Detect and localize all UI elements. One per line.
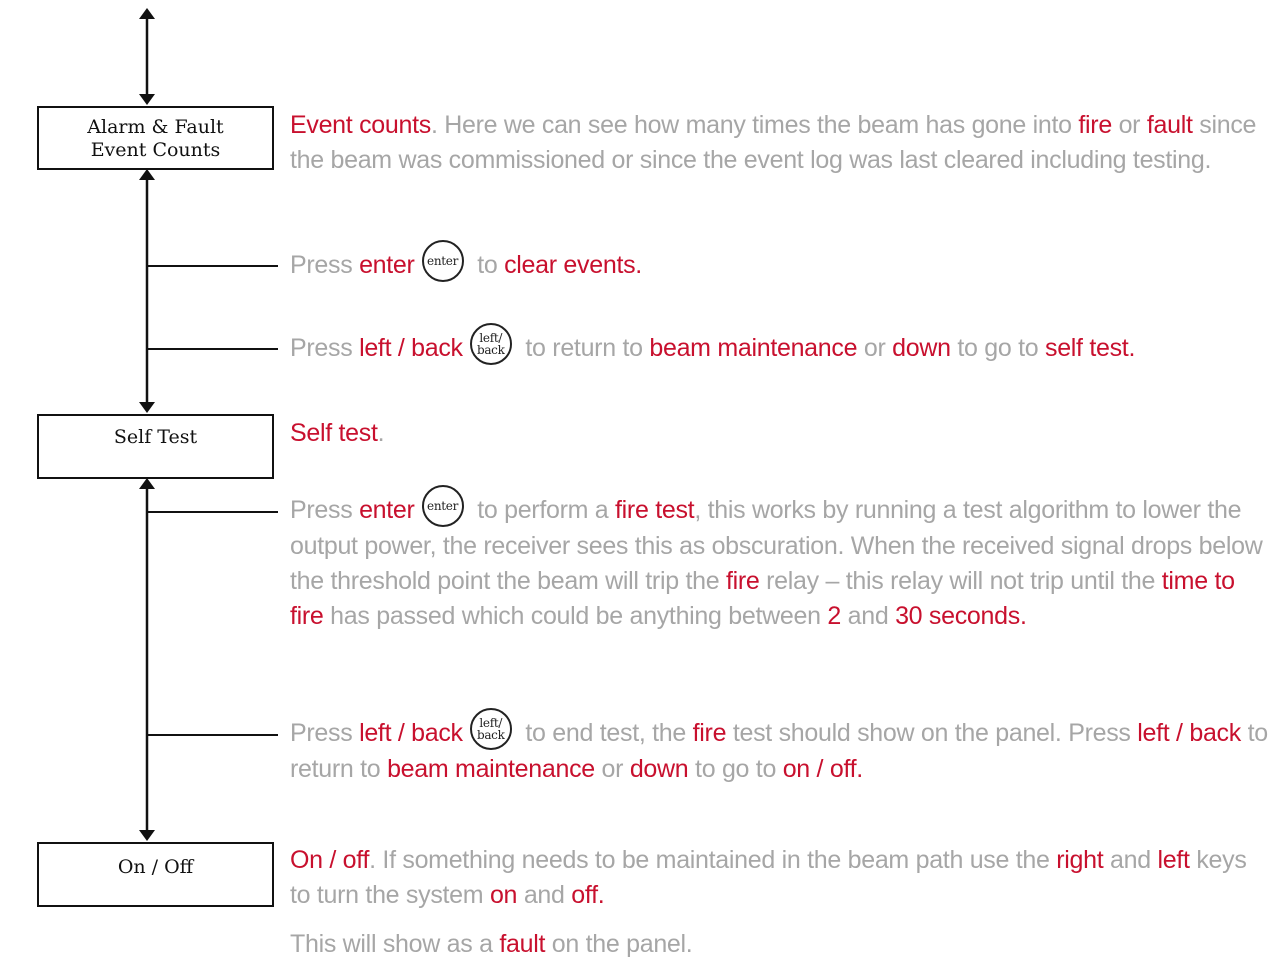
value-2: 2 xyxy=(827,602,841,631)
text-run: This will show as a xyxy=(290,930,500,958)
key-label-line1: left/ xyxy=(479,716,503,731)
left-back-key-icon: left/back xyxy=(469,323,512,366)
term-left-back: left / back xyxy=(359,334,463,362)
term-left: left xyxy=(1157,846,1190,874)
box-label: On / Off xyxy=(117,856,194,878)
text-run: to xyxy=(470,251,505,279)
self-test-heading: Self test. xyxy=(290,416,1270,451)
text-run: to end test, the xyxy=(518,719,693,747)
arrowhead-up-events xyxy=(139,169,155,180)
alarm-fault-event-counts-box: Alarm & Fault Event Counts xyxy=(37,106,274,170)
text-run: to perform a xyxy=(470,496,616,524)
term-fault: fault xyxy=(1146,111,1193,139)
term-beam-maintenance: beam maintenance xyxy=(649,334,858,362)
text-run: relay – this relay will not trip until t… xyxy=(759,567,1162,596)
term-fault: fault xyxy=(499,930,546,958)
term-on-off: On / off xyxy=(290,846,370,874)
text-run: to go to xyxy=(688,755,783,784)
key-label-line2: back xyxy=(476,728,505,743)
term-beam-maintenance: beam maintenance xyxy=(387,755,595,784)
event-counts-description: Event counts. Here we can see how many t… xyxy=(290,108,1270,178)
text-run: or xyxy=(1111,111,1147,139)
top-arrowhead-down xyxy=(139,94,155,105)
term-down: down xyxy=(892,334,951,362)
term-left-back: left / back xyxy=(359,719,463,747)
term-self-test: Self test xyxy=(290,419,378,447)
term-event-counts: Event counts xyxy=(290,111,431,139)
text-run: . If something needs to be maintained in… xyxy=(369,846,1057,874)
term-left-back: left / back xyxy=(1137,719,1241,747)
enter-key-icon: enter xyxy=(421,485,464,528)
term-down: down xyxy=(629,755,689,784)
press-back-end-test: Press left / back left/back to end test, … xyxy=(290,708,1270,787)
self-test-box: Self Test xyxy=(37,414,274,479)
press-back-to-maintenance: Press left / back left/back to return to … xyxy=(290,323,1270,367)
enter-key-icon: enter xyxy=(421,240,464,283)
term-fire: fire xyxy=(725,567,760,596)
fault-note: This will show as a fault on the panel. xyxy=(290,927,1270,962)
text-run: on the panel. xyxy=(545,930,693,958)
term-enter: enter xyxy=(359,496,415,524)
top-arrowhead-up xyxy=(139,8,155,19)
box-label-line1: Alarm & Fault xyxy=(87,116,224,138)
arrowhead-down-onoff xyxy=(139,830,155,841)
term-right: right xyxy=(1056,846,1104,874)
term-fire: fire xyxy=(692,719,727,747)
text-run: Press xyxy=(290,251,360,279)
text-run: test should show on the panel. Press xyxy=(726,719,1138,747)
term-self-test: self test. xyxy=(1045,334,1136,362)
term-fire: fire xyxy=(1078,111,1112,139)
box-label-line2: Event Counts xyxy=(90,139,221,161)
key-label: enter xyxy=(427,499,459,514)
text-run: has passed which could be anything betwe… xyxy=(323,602,828,631)
term-clear-events: clear events. xyxy=(504,251,642,279)
on-off-box: On / Off xyxy=(37,842,274,907)
text-run: Press xyxy=(290,719,360,747)
term-enter: enter xyxy=(359,251,415,279)
text-run: to go to xyxy=(950,334,1045,362)
press-enter-fire-test: Press enter enter to perform a fire test,… xyxy=(290,485,1270,634)
left-back-key-icon: left/back xyxy=(469,708,512,751)
text-run: . xyxy=(377,419,385,447)
term-on: on xyxy=(489,881,518,909)
key-label: enter xyxy=(427,254,459,269)
text-run: . Here we can see how many times the bea… xyxy=(430,111,1079,139)
text-run: to return to xyxy=(518,334,650,362)
text-run: and xyxy=(517,881,572,909)
text-run: Press xyxy=(290,496,360,524)
arrowhead-up-selftest xyxy=(139,478,155,489)
key-label-line1: left/ xyxy=(479,331,503,346)
term-on-off: on / off. xyxy=(782,755,864,784)
arrowhead-down-selftest xyxy=(139,402,155,413)
key-label-line2: back xyxy=(476,343,505,358)
value-30-seconds: 30 seconds. xyxy=(895,602,1027,631)
text-run: and xyxy=(840,602,896,631)
term-fire-test: fire test xyxy=(615,496,695,524)
box-label: Self Test xyxy=(113,426,198,448)
text-run: Press xyxy=(290,334,360,362)
text-run: or xyxy=(857,334,893,362)
on-off-description: On / off. If something needs to be maint… xyxy=(290,843,1270,913)
press-enter-clear-events: Press enter enter to clear events. xyxy=(290,240,1270,284)
text-run: or xyxy=(594,755,630,784)
text-run: and xyxy=(1103,846,1158,874)
term-off: off. xyxy=(571,881,605,909)
